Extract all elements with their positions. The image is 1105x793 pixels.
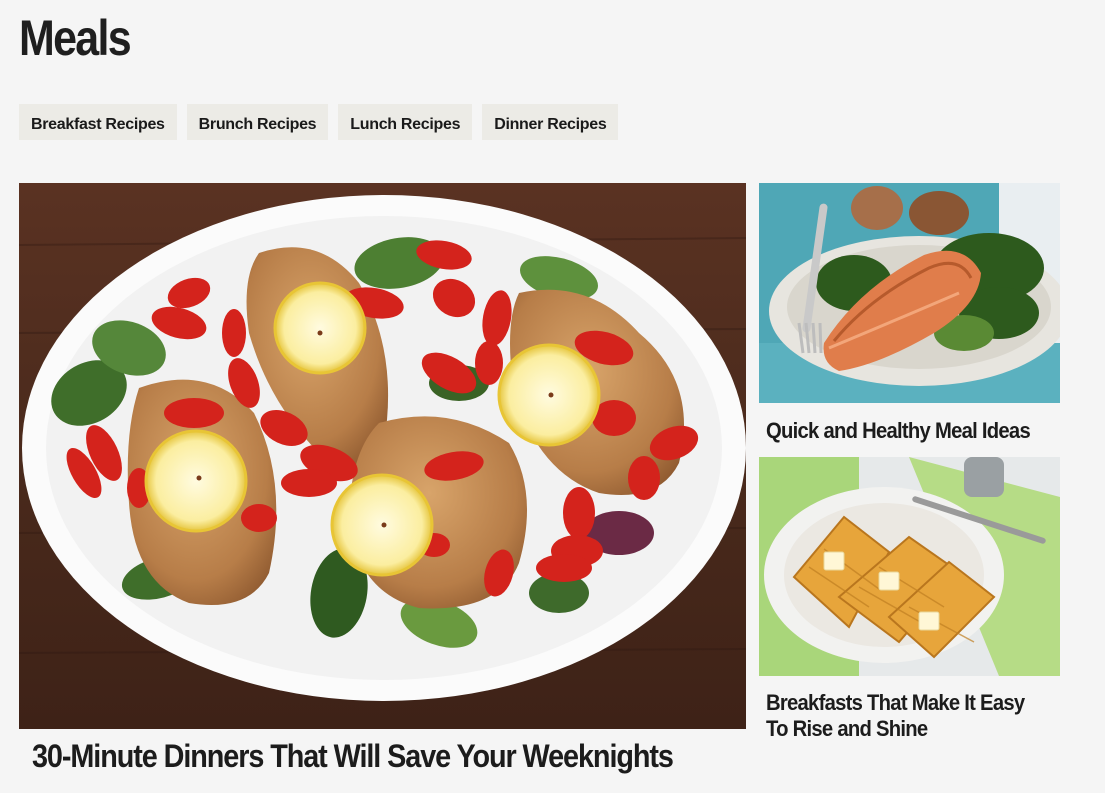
feature-title[interactable]: 30-Minute Dinners That Will Save Your We… <box>32 738 674 775</box>
chip-lunch-recipes[interactable]: Lunch Recipes <box>338 104 473 140</box>
page-title: Meals <box>19 10 132 66</box>
feature-image[interactable] <box>19 183 746 729</box>
meals-page: Meals Breakfast Recipes Brunch Recipes L… <box>0 0 1105 793</box>
salmon-salad-photo <box>759 183 1060 403</box>
waffles-breakfast-photo <box>759 457 1060 676</box>
chip-dinner-recipes[interactable]: Dinner Recipes <box>482 104 619 140</box>
chip-breakfast-recipes[interactable]: Breakfast Recipes <box>19 104 177 140</box>
side-card-image-waffles[interactable] <box>759 457 1060 676</box>
category-chips: Breakfast Recipes Brunch Recipes Lunch R… <box>19 104 619 140</box>
side-card-title-healthy[interactable]: Quick and Healthy Meal Ideas <box>766 418 1042 444</box>
chip-brunch-recipes[interactable]: Brunch Recipes <box>186 104 329 140</box>
chicken-salad-platter-photo <box>19 183 746 729</box>
side-card-title-breakfasts[interactable]: Breakfasts That Make It Easy To Rise and… <box>766 690 1042 742</box>
side-card-image-salmon[interactable] <box>759 183 1060 403</box>
